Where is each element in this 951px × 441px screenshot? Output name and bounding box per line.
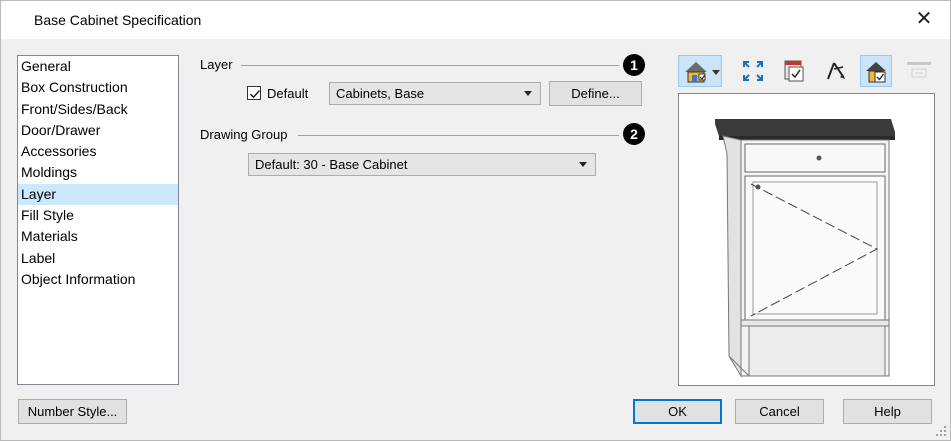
nav-item-materials[interactable]: Materials bbox=[18, 226, 178, 247]
disabled-tool-button bbox=[903, 55, 935, 87]
nav-item-box-construction[interactable]: Box Construction bbox=[18, 77, 178, 98]
nav-item-layer[interactable]: Layer bbox=[18, 183, 178, 206]
layer-select-value: Cabinets, Base bbox=[336, 86, 425, 101]
layer-select[interactable]: Cabinets, Base bbox=[329, 82, 541, 105]
drawing-group-value: Default: 30 - Base Cabinet bbox=[255, 157, 408, 172]
checkmark-icon bbox=[249, 89, 261, 99]
nav-item-fill-style[interactable]: Fill Style bbox=[18, 205, 178, 226]
ok-button[interactable]: OK bbox=[633, 399, 722, 424]
nav-item-label[interactable]: Label bbox=[18, 248, 178, 269]
dialog-window: Base Cabinet Specification ✕ General Box … bbox=[0, 0, 951, 441]
nav-item-general[interactable]: General bbox=[18, 56, 178, 77]
category-list[interactable]: General Box Construction Front/Sides/Back D… bbox=[17, 55, 179, 385]
fill-window-button[interactable] bbox=[737, 55, 769, 87]
camera-view-button[interactable] bbox=[678, 55, 722, 87]
render-mode-button[interactable] bbox=[860, 55, 892, 87]
camera-view-icon bbox=[685, 62, 720, 83]
orbit-button[interactable] bbox=[819, 55, 851, 87]
layer-group-label: Layer bbox=[200, 57, 233, 72]
dialog-title: Base Cabinet Specification bbox=[34, 12, 202, 28]
show-layers-icon bbox=[784, 60, 804, 82]
drawing-group-select[interactable]: Default: 30 - Base Cabinet bbox=[248, 153, 596, 176]
layers-button[interactable] bbox=[779, 55, 811, 87]
callout-badge-1: 1 bbox=[623, 54, 645, 76]
fill-window-icon bbox=[743, 61, 763, 81]
cabinet-preview[interactable] bbox=[678, 93, 935, 386]
drawing-group-label: Drawing Group bbox=[200, 127, 288, 142]
help-button[interactable]: Help bbox=[843, 399, 932, 424]
nav-item-object-information[interactable]: Object Information bbox=[18, 269, 178, 290]
nav-item-accessories[interactable]: Accessories bbox=[18, 141, 178, 162]
default-layer-checkbox[interactable] bbox=[247, 86, 261, 100]
nav-item-front-sides-back[interactable]: Front/Sides/Back bbox=[18, 99, 178, 120]
drawing-group-divider bbox=[298, 135, 619, 136]
chevron-down-icon bbox=[524, 91, 532, 96]
default-layer-label: Default bbox=[267, 86, 309, 101]
orbit-icon bbox=[827, 62, 845, 80]
define-button[interactable]: Define... bbox=[549, 81, 642, 106]
title-bar: Base Cabinet Specification ✕ bbox=[1, 1, 950, 39]
render-mode-icon bbox=[866, 62, 886, 83]
cabinet-preview-image bbox=[715, 119, 895, 378]
callout-badge-2: 2 bbox=[623, 123, 645, 145]
nav-item-door-drawer[interactable]: Door/Drawer bbox=[18, 120, 178, 141]
number-style-button[interactable]: Number Style... bbox=[18, 399, 127, 424]
resize-grip-icon[interactable] bbox=[935, 425, 947, 437]
nav-item-moldings[interactable]: Moldings bbox=[18, 162, 178, 183]
disabled-tool-icon bbox=[907, 62, 931, 78]
chevron-down-icon bbox=[579, 162, 587, 167]
layer-group-divider bbox=[241, 65, 619, 66]
cancel-button[interactable]: Cancel bbox=[735, 399, 824, 424]
close-icon[interactable]: ✕ bbox=[912, 7, 936, 31]
